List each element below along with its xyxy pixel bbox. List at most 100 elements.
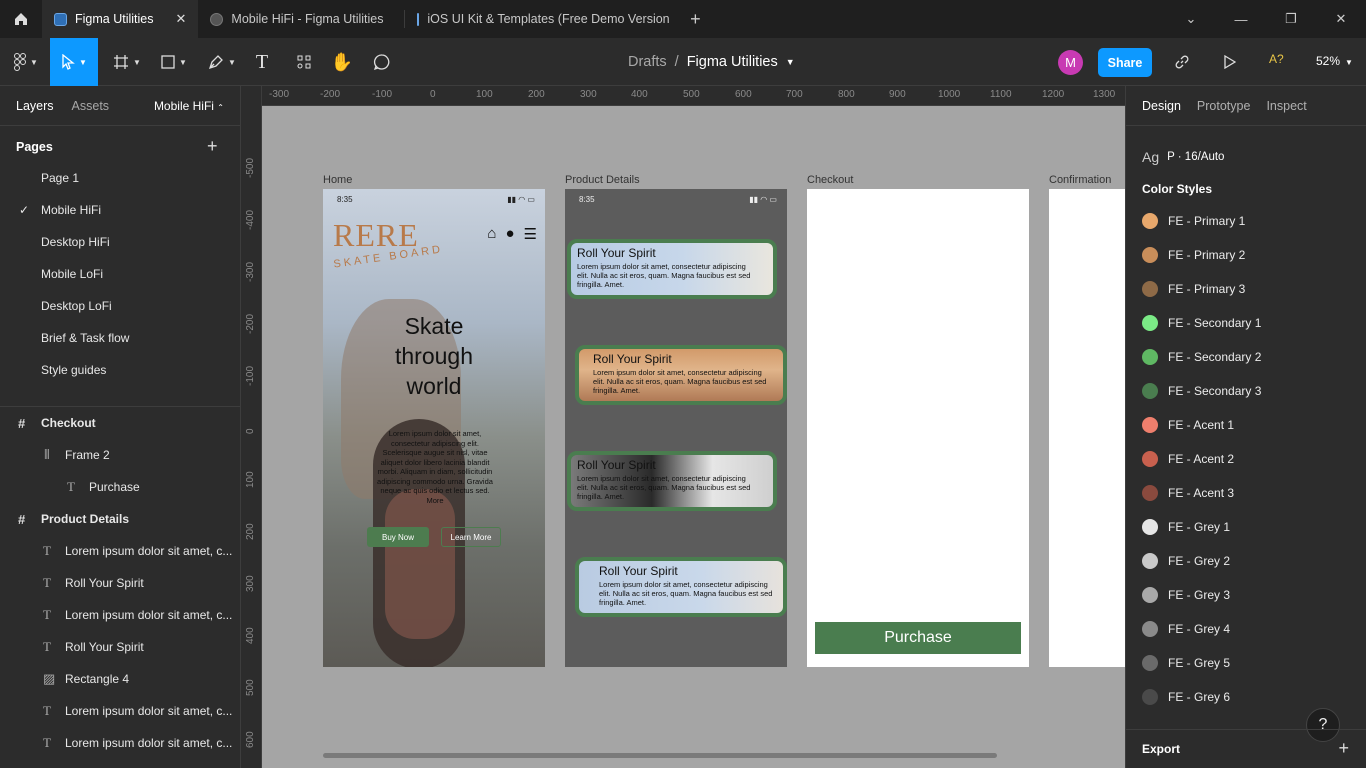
check-icon: ✓ <box>19 203 30 217</box>
home-frame[interactable]: 8:35 ▮▮ ◠ ▭ RERE SKATE BOARD ⌂ ● ☰ Skate… <box>323 189 545 667</box>
color-style-item[interactable]: FE - Secondary 1 <box>1142 306 1261 340</box>
tab-design[interactable]: Design <box>1142 99 1181 113</box>
page-item[interactable]: Desktop HiFi <box>0 226 240 258</box>
move-tool-button[interactable]: ▼ <box>50 38 98 86</box>
text-style-name: P · 16/Auto <box>1167 151 1225 163</box>
close-window-icon[interactable]: ✕ <box>1316 0 1366 38</box>
learn-more-button: Learn More <box>441 527 501 547</box>
accessibility-badge[interactable]: A? <box>1269 52 1284 66</box>
frame-label-product-details[interactable]: Product Details <box>565 174 640 186</box>
add-export-icon[interactable]: + <box>1338 738 1349 759</box>
color-swatch <box>1142 689 1158 705</box>
color-style-item[interactable]: FE - Primary 1 <box>1142 204 1245 238</box>
checkout-frame[interactable]: Purchase <box>807 189 1029 667</box>
tab-assets[interactable]: Assets <box>72 99 110 113</box>
layer-name: Roll Your Spirit <box>65 576 144 590</box>
share-button[interactable]: Share <box>1098 48 1152 77</box>
color-style-name: FE - Primary 1 <box>1168 214 1246 228</box>
comment-tool-button[interactable] <box>370 38 394 86</box>
page-item[interactable]: Desktop LoFi <box>0 290 240 322</box>
toolbar: ▼ ▼ ▼ ▼ ▼ T ✋ Drafts / Figma Utilities ▼… <box>0 38 1366 86</box>
tab-layers[interactable]: Layers <box>16 99 54 113</box>
tab-figma-utilities[interactable]: Figma Utilities ✕ <box>42 0 199 38</box>
color-style-item[interactable]: FE - Primary 2 <box>1142 238 1245 272</box>
skateboard-graphic <box>385 489 455 639</box>
color-swatch <box>1142 281 1158 297</box>
avatar[interactable]: M <box>1058 50 1083 75</box>
chevron-down-icon[interactable]: ▼ <box>786 57 795 67</box>
tab-mobile-hifi[interactable]: Mobile HiFi - Figma Utilities <box>198 0 404 38</box>
hand-tool-icon[interactable]: ✋ <box>330 38 354 86</box>
design-canvas[interactable]: -300 -200 -100 0 100 200 300 400 500 600… <box>241 86 1125 768</box>
layer-autolayout[interactable]: ⦀ Frame 2 <box>0 439 240 471</box>
layer-text[interactable]: T Lorem ipsum dolor sit amet, c... <box>0 535 240 567</box>
layer-text[interactable]: T Lorem ipsum dolor sit amet, c... <box>0 695 240 727</box>
color-style-item[interactable]: FE - Secondary 2 <box>1142 340 1261 374</box>
color-style-name: FE - Grey 1 <box>1168 520 1231 534</box>
link-icon[interactable] <box>1170 38 1194 86</box>
main-menu-button[interactable]: ▼ <box>8 38 44 86</box>
layer-frame[interactable]: # Product Details <box>0 503 240 535</box>
layer-text[interactable]: T Purchase <box>0 471 240 503</box>
close-tab-icon[interactable]: ✕ <box>176 11 187 27</box>
layer-text[interactable]: T Lorem ipsum dolor sit amet, c... <box>0 599 240 631</box>
present-play-icon[interactable] <box>1218 38 1242 86</box>
text-layer-icon: T <box>43 607 51 622</box>
frame-label-home[interactable]: Home <box>323 174 352 186</box>
pages-header: Pages <box>16 140 53 154</box>
frame-tool-button[interactable]: ▼ <box>108 38 146 86</box>
color-style-item[interactable]: FE - Acent 2 <box>1142 442 1234 476</box>
file-name[interactable]: Figma Utilities <box>687 54 778 70</box>
color-style-item[interactable]: FE - Primary 3 <box>1142 272 1245 306</box>
pen-tool-button[interactable]: ▼ <box>204 38 240 86</box>
color-style-item[interactable]: FE - Grey 5 <box>1142 646 1230 680</box>
text-tool-icon[interactable]: T <box>250 38 274 86</box>
layer-name: Lorem ipsum dolor sit amet, c... <box>65 544 233 558</box>
color-style-name: FE - Primary 2 <box>1168 248 1246 262</box>
frame-label-confirmation[interactable]: Confirmation <box>1049 174 1111 186</box>
layer-text[interactable]: T Roll Your Spirit <box>0 631 240 663</box>
page-selector[interactable]: Mobile HiFi ⌃ <box>154 99 224 113</box>
resources-tool-button[interactable] <box>292 38 316 86</box>
tab-ios-ui-kit[interactable]: iOS UI Kit & Templates (Free Demo Versio… <box>405 0 675 38</box>
restore-icon[interactable]: ❐ <box>1266 0 1316 38</box>
home-icon[interactable] <box>0 0 42 38</box>
color-style-item[interactable]: FE - Grey 3 <box>1142 578 1230 612</box>
text-style-item[interactable]: Ag P · 16/Auto <box>1142 149 1224 165</box>
color-style-item[interactable]: FE - Acent 1 <box>1142 408 1234 442</box>
tab-prototype[interactable]: Prototype <box>1197 99 1251 113</box>
frame-label-checkout[interactable]: Checkout <box>807 174 853 186</box>
color-style-item[interactable]: FE - Secondary 3 <box>1142 374 1261 408</box>
product-details-frame[interactable]: 8:35 ▮▮ ◠ ▭ Roll Your Spirit Lorem ipsum… <box>565 189 787 667</box>
breadcrumb-drafts[interactable]: Drafts <box>628 54 667 70</box>
new-tab-icon[interactable]: + <box>675 0 715 38</box>
color-style-item[interactable]: FE - Grey 2 <box>1142 544 1230 578</box>
layer-text[interactable]: T Lorem ipsum dolor sit amet, c... <box>0 727 240 759</box>
page-item[interactable]: Style guides <box>0 354 240 386</box>
hero-headline: Skate through world <box>394 313 473 399</box>
shape-tool-button[interactable]: ▼ <box>156 38 192 86</box>
minimize-icon[interactable]: — <box>1216 0 1266 38</box>
layer-text[interactable]: T Roll Your Spirit <box>0 567 240 599</box>
ruler-tick: -500 <box>245 157 256 178</box>
color-style-item[interactable]: FE - Grey 4 <box>1142 612 1230 646</box>
tab-inspect[interactable]: Inspect <box>1266 99 1306 113</box>
color-style-item[interactable]: FE - Grey 6 <box>1142 680 1230 714</box>
right-panel-tabs: Design Prototype Inspect <box>1126 86 1366 126</box>
add-page-icon[interactable]: + <box>207 136 218 157</box>
color-style-item[interactable]: FE - Grey 1 <box>1142 510 1230 544</box>
chevron-down-icon[interactable]: ⌄ <box>1166 0 1216 38</box>
layer-frame[interactable]: # Checkout <box>0 407 240 439</box>
tab-title: Mobile HiFi - Figma Utilities <box>231 12 384 26</box>
page-item[interactable]: Brief & Task flow <box>0 322 240 354</box>
page-item-selected[interactable]: ✓ Mobile HiFi <box>0 194 240 226</box>
color-swatch <box>1142 587 1158 603</box>
page-item[interactable]: Mobile LoFi <box>0 258 240 290</box>
confirmation-frame[interactable] <box>1049 189 1125 667</box>
zoom-dropdown[interactable]: 52% ▼ <box>1316 54 1353 68</box>
page-item[interactable]: Page 1 <box>0 162 240 194</box>
color-swatch <box>1142 315 1158 331</box>
layer-image[interactable]: ▨ Rectangle 4 <box>0 663 240 695</box>
color-style-item[interactable]: FE - Acent 3 <box>1142 476 1234 510</box>
horizontal-scrollbar[interactable] <box>323 753 997 758</box>
